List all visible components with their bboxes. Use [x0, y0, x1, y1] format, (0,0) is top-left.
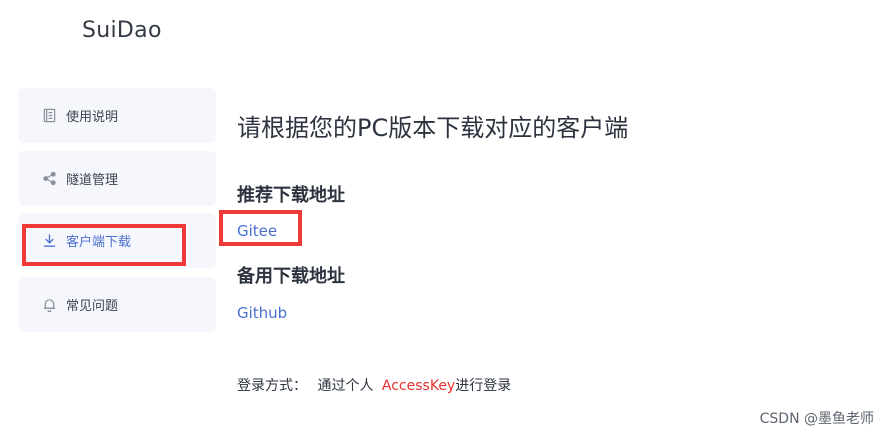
login-middle: 通过个人	[317, 378, 374, 394]
download-icon	[41, 233, 57, 249]
sidebar-item-faq[interactable]: 常见问题	[18, 277, 216, 332]
bell-icon	[41, 297, 57, 313]
share-icon	[41, 171, 57, 187]
login-method-text: 登录方式： 通过个人 AccessKey进行登录	[237, 375, 511, 395]
sidebar-item-label: 常见问题	[66, 299, 119, 314]
backup-heading: 备用下载地址	[237, 266, 345, 287]
login-prefix: 登录方式：	[237, 378, 307, 394]
gitee-link[interactable]: Gitee	[237, 222, 277, 240]
recommended-heading: 推荐下载地址	[237, 185, 345, 206]
watermark: CSDN @墨鱼老师	[759, 411, 874, 427]
sidebar-item-usage[interactable]: 使用说明	[18, 88, 216, 143]
sidebar-item-label: 隧道管理	[66, 173, 119, 188]
login-suffix: 进行登录	[455, 378, 512, 394]
accesskey-text: AccessKey	[381, 378, 456, 394]
sidebar-item-label: 客户端下载	[66, 235, 132, 250]
sidebar-item-label: 使用说明	[66, 110, 119, 125]
github-link[interactable]: Github	[237, 304, 287, 322]
sidebar-item-download[interactable]: 客户端下载	[18, 213, 216, 268]
page-title: 请根据您的PC版本下载对应的客户端	[237, 114, 629, 142]
page: SuiDao 使用说明 隧道管理 客户端下载 常见问题 请根据您的PC版本下载对…	[0, 0, 890, 436]
sidebar-item-tunnel[interactable]: 隧道管理	[18, 151, 216, 206]
app-logo[interactable]: SuiDao	[82, 18, 162, 43]
document-icon	[41, 108, 57, 124]
